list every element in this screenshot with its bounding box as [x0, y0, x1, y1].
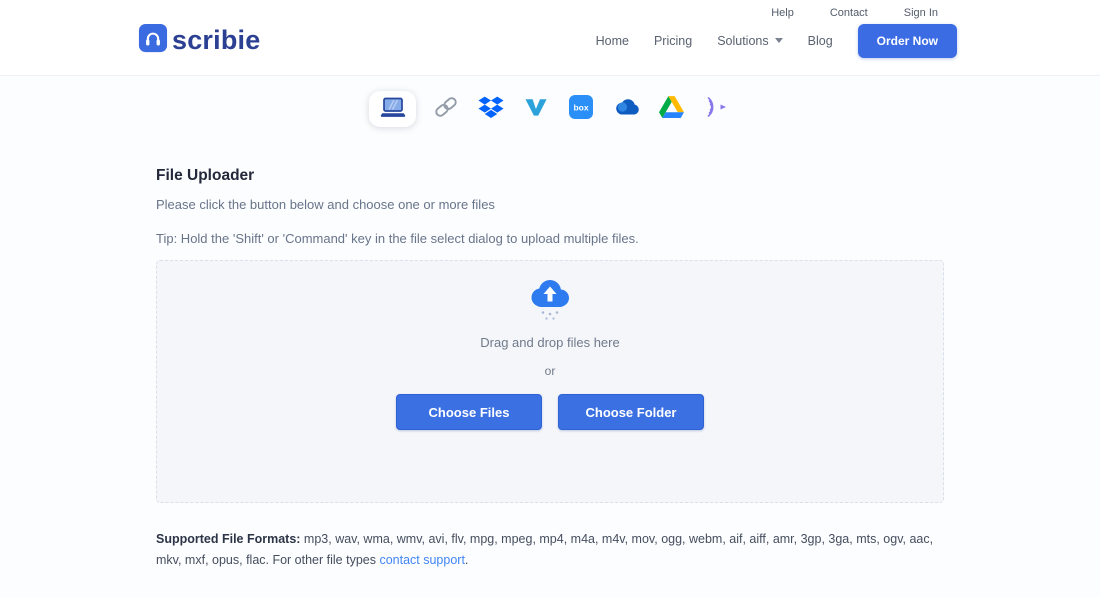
- source-my-device[interactable]: [369, 91, 416, 127]
- onedrive-icon: [612, 97, 640, 121]
- laptop-icon: [380, 96, 406, 123]
- chevron-down-icon: [775, 38, 783, 43]
- cloud-upload-icon: [522, 309, 578, 326]
- google-drive-icon: [659, 96, 684, 123]
- uploader-tip: Tip: Hold the 'Shift' or 'Command' key i…: [156, 231, 944, 246]
- dropzone-buttons: Choose Files Choose Folder: [157, 394, 943, 430]
- formats-period: .: [465, 553, 468, 567]
- signin-link[interactable]: Sign In: [904, 7, 938, 19]
- box-icon: box: [568, 94, 594, 125]
- nav-home[interactable]: Home: [596, 34, 629, 48]
- contact-support-link[interactable]: contact support: [379, 553, 464, 567]
- source-vimeo[interactable]: [521, 94, 551, 124]
- uploader-subtitle: Please click the button below and choose…: [156, 197, 944, 212]
- audio-wave-icon: [704, 95, 728, 124]
- primary-nav: Home Pricing Solutions Blog Order Now: [596, 24, 957, 58]
- link-icon: [433, 94, 459, 125]
- scribie-logo-icon: [138, 23, 168, 58]
- order-now-button[interactable]: Order Now: [858, 24, 957, 58]
- source-audio-record[interactable]: [701, 94, 731, 124]
- source-onedrive[interactable]: [611, 94, 641, 124]
- choose-files-button[interactable]: Choose Files: [396, 394, 542, 430]
- contact-link[interactable]: Contact: [830, 7, 868, 19]
- box-logo-text: box: [573, 102, 588, 112]
- dropbox-icon: [478, 95, 504, 124]
- vimeo-icon: [524, 96, 548, 122]
- main-header-bar: scribie Home Pricing Solutions Blog Orde…: [0, 19, 1100, 58]
- brand-logo[interactable]: scribie: [138, 23, 260, 58]
- page-title: File Uploader: [156, 167, 944, 185]
- site-header: Help Contact Sign In scribie Home Pricin…: [0, 0, 1100, 76]
- drag-drop-label: Drag and drop files here: [157, 335, 943, 350]
- source-box[interactable]: box: [566, 94, 596, 124]
- main-content: box: [0, 89, 1100, 572]
- source-dropbox[interactable]: [476, 94, 506, 124]
- nav-blog[interactable]: Blog: [808, 34, 833, 48]
- formats-label: Supported File Formats:: [156, 532, 300, 546]
- nav-solutions[interactable]: Solutions: [717, 34, 782, 48]
- help-link[interactable]: Help: [771, 7, 794, 19]
- dropzone[interactable]: Drag and drop files here or Choose Files…: [156, 260, 944, 503]
- source-google-drive[interactable]: [656, 94, 686, 124]
- supported-formats: Supported File Formats: mp3, wav, wma, w…: [156, 529, 944, 572]
- choose-folder-button[interactable]: Choose Folder: [558, 394, 704, 430]
- brand-name: scribie: [172, 25, 260, 56]
- or-label: or: [157, 364, 943, 378]
- upload-source-tabs: box: [0, 89, 1100, 129]
- source-link[interactable]: [431, 94, 461, 124]
- nav-pricing[interactable]: Pricing: [654, 34, 692, 48]
- utility-nav: Help Contact Sign In: [0, 0, 1100, 19]
- uploader-section: File Uploader Please click the button be…: [156, 167, 944, 572]
- nav-solutions-label: Solutions: [717, 34, 768, 48]
